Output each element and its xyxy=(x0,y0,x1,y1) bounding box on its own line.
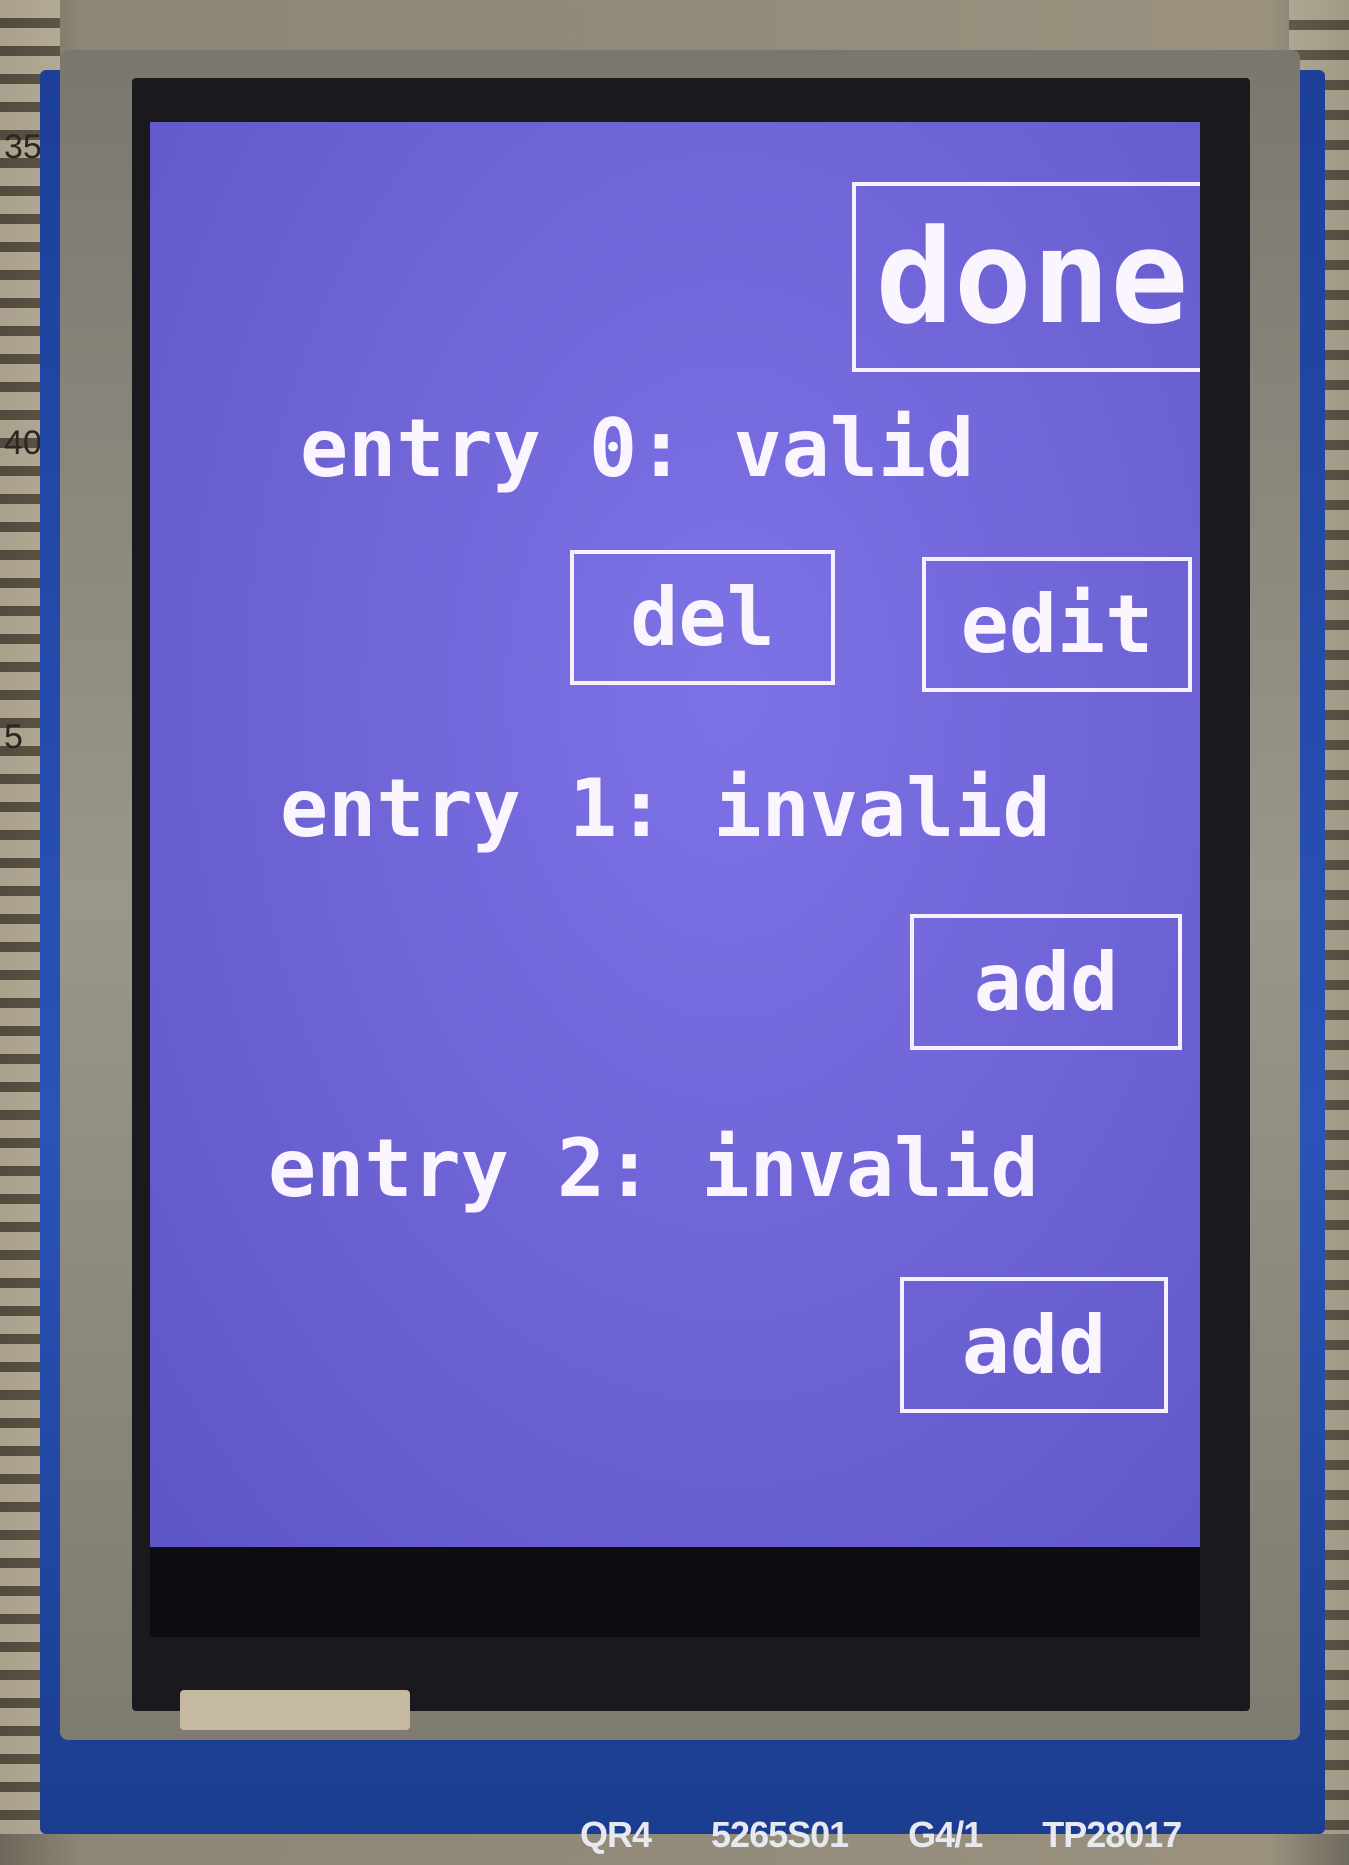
silk-label: TP28017 xyxy=(1042,1814,1182,1855)
breadboard-number: 5 xyxy=(4,718,23,756)
silk-label: G4/1 xyxy=(908,1814,983,1855)
breadboard-number: 35 xyxy=(4,128,42,166)
silk-label: 5265S01 xyxy=(711,1814,849,1855)
silk-label: QR4 xyxy=(580,1814,652,1855)
done-button[interactable]: done xyxy=(852,182,1200,372)
entry-1-status: entry 1: invalid xyxy=(280,762,1051,855)
ribbon-connector xyxy=(180,1690,410,1730)
screen-lower-bezel xyxy=(150,1547,1200,1637)
entry-0-edit-button[interactable]: edit xyxy=(922,557,1192,692)
entry-0-status: entry 0: valid xyxy=(300,402,975,495)
pcb-silkscreen: QR4 5265S01 G4/1 TP28017 xyxy=(40,1805,1325,1865)
entry-2-add-button[interactable]: add xyxy=(900,1277,1168,1413)
entry-0-del-button[interactable]: del xyxy=(570,550,835,685)
breadboard-number: 40 xyxy=(4,424,42,462)
entry-1-add-button[interactable]: add xyxy=(910,914,1182,1050)
display-frame: done entry 0: valid del edit entry 1: in… xyxy=(60,50,1300,1740)
tft-screen: done entry 0: valid del edit entry 1: in… xyxy=(150,122,1200,1547)
entry-2-status: entry 2: invalid xyxy=(268,1122,1039,1215)
